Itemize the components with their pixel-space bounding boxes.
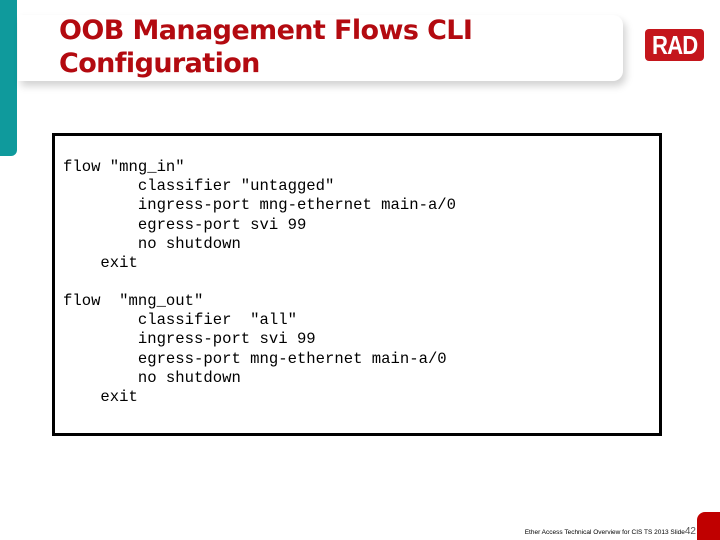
corner-accent (697, 512, 720, 540)
accent-bar (0, 0, 17, 156)
cli-code-box: flow "mng_in" classifier "untagged" ingr… (52, 133, 662, 436)
footer: Ether Access Technical Overview for CIS … (525, 527, 696, 538)
code-block-flow-out: flow "mng_out" classifier "all" ingress-… (63, 292, 447, 407)
footer-caption: Ether Access Technical Overview for CIS … (524, 529, 685, 536)
rad-logo: RAD (645, 29, 704, 61)
slide-number: 42 (684, 526, 696, 537)
slide-title: OOB Management Flows CLI Configuration (59, 15, 473, 79)
code-block-flow-in: flow "mng_in" classifier "untagged" ingr… (63, 158, 457, 273)
rad-logo-text: RAD (651, 30, 698, 60)
